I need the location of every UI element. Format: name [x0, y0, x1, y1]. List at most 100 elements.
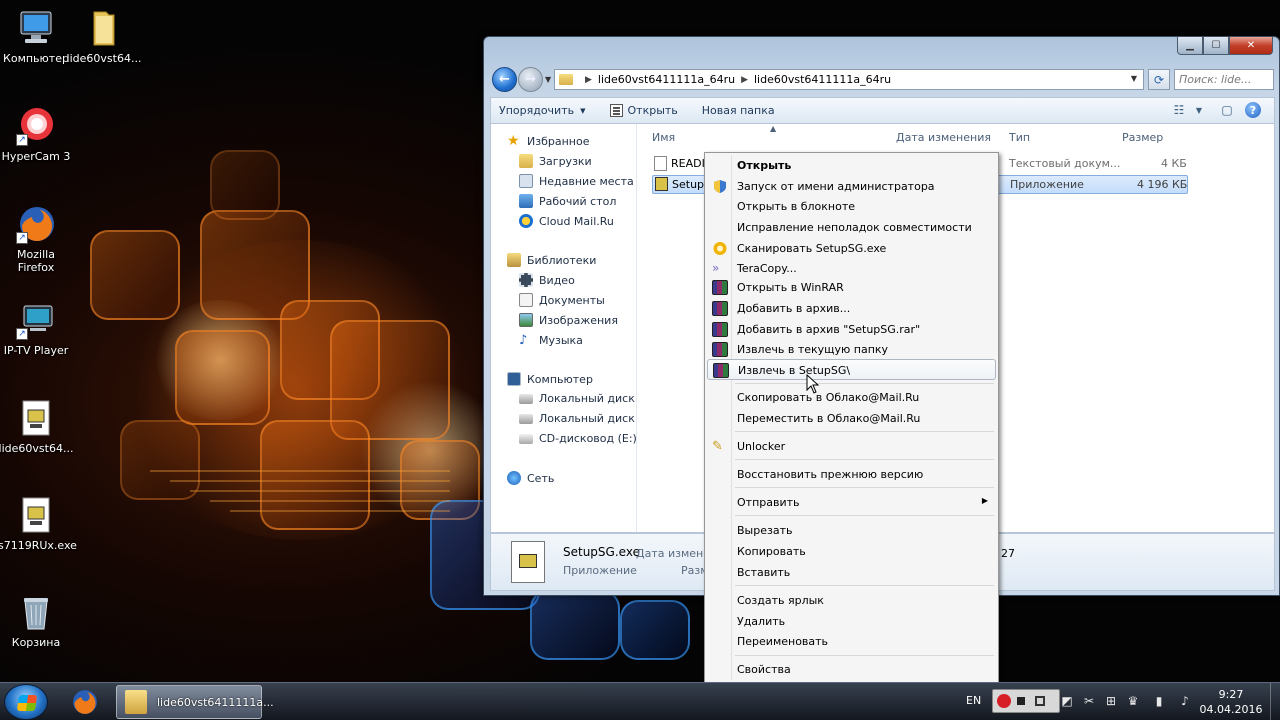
pause-record-button[interactable] — [997, 694, 1011, 708]
open-button[interactable]: Открыть — [602, 100, 686, 122]
new-folder-button[interactable]: Новая папка — [694, 100, 783, 122]
scissors-icon[interactable]: ✂ — [1082, 694, 1096, 708]
address-bar[interactable]: ▶ lide60vst6411111a_64ru ▶ lide60vst6411… — [554, 69, 1144, 90]
folder-icon — [559, 74, 573, 85]
volume-icon[interactable]: ♪ — [1178, 694, 1192, 708]
menu-item-scan[interactable]: Сканировать SetupSG.exe — [707, 238, 996, 259]
nav-item-video[interactable]: Видео — [519, 273, 575, 287]
desktop-icon-installer[interactable]: s7119RUx.exe — [0, 495, 77, 552]
menu-item-properties[interactable]: Свойства — [707, 659, 996, 680]
documents-icon — [519, 293, 533, 307]
recent-pages-dropdown-icon[interactable]: ▼ — [545, 75, 551, 84]
desktop-icon-firefox[interactable]: ↗ Mozilla Firefox — [0, 204, 74, 274]
menu-item-rename[interactable]: Переименовать — [707, 631, 996, 652]
installer-icon — [16, 495, 56, 535]
taskbar-explorer-window[interactable]: lide60vst6411111a... — [116, 685, 274, 719]
language-indicator[interactable]: EN — [966, 694, 981, 707]
menu-item-copy[interactable]: Копировать — [707, 541, 996, 562]
menu-item-create-shortcut[interactable]: Создать ярлык — [707, 590, 996, 611]
antivirus-icon — [712, 241, 728, 256]
search-input[interactable]: Поиск: lide... — [1174, 69, 1274, 90]
menu-item-delete[interactable]: Удалить — [707, 611, 996, 632]
menu-item-unlocker[interactable]: ✎ Unlocker — [707, 436, 996, 457]
desktop-icon-label: IP-TV Player — [3, 344, 69, 357]
nav-item-documents[interactable]: Документы — [519, 293, 605, 307]
start-button[interactable] — [4, 684, 48, 720]
nav-item-desktop[interactable]: Рабочий стол — [519, 194, 616, 208]
view-mode-dropdown-icon[interactable]: ▼ — [1192, 100, 1206, 120]
app-tray-icon[interactable]: ♛ — [1126, 694, 1140, 708]
clock[interactable]: 9:27 04.04.2016 — [1196, 687, 1266, 717]
column-header-name[interactable]: Имя — [652, 131, 675, 144]
menu-item-label: Создать ярлык — [737, 594, 824, 607]
nav-libraries[interactable]: Библиотеки — [507, 253, 596, 267]
record-region-icon[interactable]: ◩ — [1060, 694, 1074, 708]
desktop-icon-hypercam[interactable]: ↗ HyperCam 3 — [0, 106, 74, 163]
view-mode-button[interactable]: ☷ — [1166, 100, 1192, 120]
downloads-folder-icon — [519, 154, 533, 168]
nav-item-downloads[interactable]: Загрузки — [519, 154, 592, 168]
menu-item-open-in-winrar[interactable]: Открыть в WinRAR — [707, 277, 996, 298]
refresh-button[interactable]: ⟳ — [1148, 69, 1170, 90]
menu-item-extract-here[interactable]: Извлечь в текущую папку — [707, 339, 996, 360]
menu-item-send-to[interactable]: Отправить ▶ — [707, 492, 996, 513]
mouse-cursor-icon — [806, 374, 820, 394]
desktop-icon-recycle-bin[interactable]: Корзина — [0, 592, 74, 649]
nav-item-pictures[interactable]: Изображения — [519, 313, 618, 327]
menu-item-troubleshoot-compatibility[interactable]: Исправление неполадок совместимости — [707, 217, 996, 238]
menu-item-copy-to-cloud[interactable]: Скопировать в Облако@Mail.Ru — [707, 387, 996, 408]
help-button[interactable]: ? — [1240, 100, 1266, 120]
nav-item-disk-c[interactable]: Локальный диск (C — [519, 392, 636, 405]
menu-item-add-to-named-archive[interactable]: Добавить в архив "SetupSG.rar" — [707, 319, 996, 340]
column-header-date[interactable]: Дата изменения — [896, 131, 991, 144]
show-desktop-button[interactable] — [1270, 683, 1280, 720]
menu-item-restore-previous-versions[interactable]: Восстановить прежнюю версию — [707, 464, 996, 485]
nav-item-recent-places[interactable]: Недавние места — [519, 174, 634, 188]
hard-drive-icon — [519, 393, 533, 404]
back-button[interactable]: ← — [492, 67, 517, 92]
breadcrumb-segment[interactable]: lide60vst6411111a_64ru — [598, 73, 735, 86]
close-button[interactable]: ✕ — [1229, 37, 1273, 55]
desktop-icon-computer[interactable]: Компьютер — [0, 8, 74, 65]
desktop-icon-folder[interactable]: lide60vst64... — [66, 8, 142, 65]
record-window-button[interactable] — [1035, 696, 1045, 706]
forward-button[interactable]: → — [518, 67, 543, 92]
desktop-icon-iptv-player[interactable]: ↗ IP-TV Player — [0, 300, 74, 357]
network-tray-icon[interactable]: ⊞ — [1104, 694, 1118, 708]
signal-icon[interactable]: ▮ — [1152, 694, 1166, 708]
menu-item-run-as-admin[interactable]: Запуск от имени администратора — [707, 176, 996, 197]
minimize-button[interactable]: ▁ — [1177, 37, 1203, 55]
nav-network[interactable]: Сеть — [507, 471, 554, 485]
column-header-type[interactable]: Тип — [1009, 131, 1030, 144]
desktop-icon-installer[interactable]: lide60vst64... — [0, 398, 74, 455]
nav-item-music[interactable]: ♪ Музыка — [519, 333, 583, 348]
menu-item-move-to-cloud[interactable]: Переместить в Облако@Mail.Ru — [707, 408, 996, 429]
taskbar-firefox[interactable] — [64, 685, 106, 719]
menu-item-paste[interactable]: Вставить — [707, 562, 996, 583]
menu-item-extract-to-folder[interactable]: Извлечь в SetupSG\ — [707, 359, 996, 380]
breadcrumb-segment[interactable]: lide60vst6411111a_64ru — [754, 73, 891, 86]
menu-item-add-to-archive[interactable]: Добавить в архив... — [707, 298, 996, 319]
column-header-size[interactable]: Размер — [1122, 131, 1163, 144]
stop-record-button[interactable] — [1017, 697, 1025, 705]
nav-item-cloud-mail[interactable]: Cloud Mail.Ru — [519, 214, 614, 228]
chevron-down-icon[interactable]: ▼ — [1131, 74, 1137, 83]
details-trailing-value: 27 — [1001, 547, 1015, 560]
maximize-button[interactable]: ☐ — [1203, 37, 1229, 55]
nav-favorites[interactable]: ★ Избранное — [507, 134, 589, 148]
menu-item-cut[interactable]: Вырезать — [707, 520, 996, 541]
nav-libraries-label: Библиотеки — [527, 253, 597, 267]
desktop-icon-label: lide60vst64... — [66, 52, 142, 65]
nav-item-cd-drive[interactable]: CD-дисковод (E:) — [519, 432, 636, 445]
nav-item-label: Изображения — [539, 313, 618, 327]
menu-item-label: Свойства — [737, 663, 791, 676]
shortcut-arrow-icon: ↗ — [16, 134, 28, 146]
menu-item-open-in-notepad[interactable]: Открыть в блокноте — [707, 196, 996, 217]
preview-pane-button[interactable]: ▢ — [1214, 100, 1240, 120]
menu-item-teracopy[interactable]: » TeraCopy... — [707, 258, 996, 279]
organize-button[interactable]: Упорядочить ▼ — [491, 100, 594, 122]
menu-item-open[interactable]: Открыть — [707, 155, 996, 176]
desktop-icon-label: Mozilla Firefox — [17, 248, 55, 274]
nav-item-disk-d[interactable]: Локальный диск (D — [519, 412, 636, 425]
nav-computer[interactable]: Компьютер — [507, 372, 593, 386]
